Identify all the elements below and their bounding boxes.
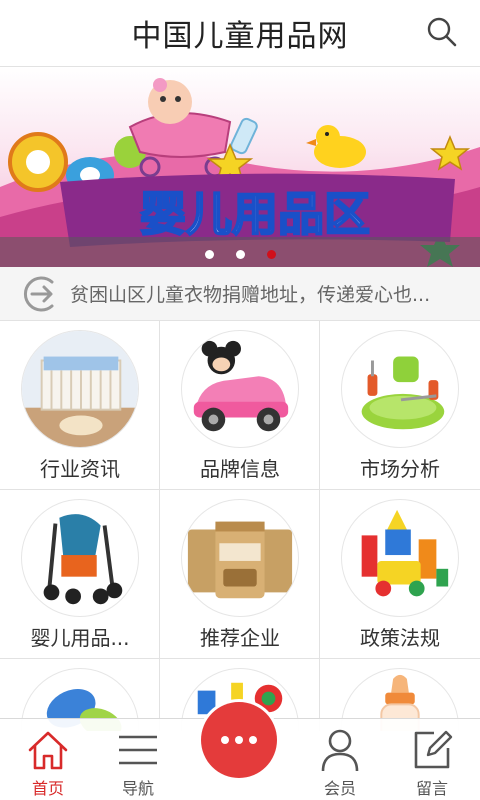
nav-member-label: 会员	[323, 779, 356, 798]
grid-item-label: 推荐企业	[200, 626, 280, 650]
carousel-dot[interactable]	[204, 250, 214, 259]
more-dots-icon	[221, 736, 257, 744]
edit-icon	[409, 727, 455, 773]
search-icon	[427, 17, 457, 47]
page-title: 中国儿童用品网	[131, 19, 349, 54]
grid-item-market-analysis[interactable]: 市场分析	[320, 321, 480, 490]
grid-item-recommended-companies[interactable]: 推荐企业	[160, 490, 320, 659]
nav-member[interactable]: 会员	[292, 719, 388, 800]
search-button[interactable]	[422, 12, 462, 52]
carousel-dot-active[interactable]	[266, 250, 276, 259]
user-icon	[317, 727, 363, 773]
nav-message[interactable]: 留言	[384, 719, 480, 800]
stroller-image	[21, 499, 139, 617]
toy-car-image	[181, 330, 299, 448]
grid-item-label: 品牌信息	[200, 457, 280, 481]
baby-dishes-image	[341, 330, 459, 448]
home-icon	[25, 727, 71, 773]
crib-image	[21, 330, 139, 448]
nav-guide-label: 导航	[121, 779, 154, 798]
more-button[interactable]	[201, 702, 277, 778]
grid-item-label: 政策法规	[360, 626, 440, 650]
banner-text: 婴儿用品区	[140, 187, 370, 241]
menu-icon	[115, 727, 161, 773]
notice-bar[interactable]: 贫困山区儿童衣物捐赠地址，传递爱心也...	[0, 267, 480, 321]
nav-home-label: 首页	[31, 779, 64, 798]
grid-item-brand-info[interactable]: 品牌信息	[160, 321, 320, 490]
app-header: 中国儿童用品网	[0, 0, 480, 67]
banner-carousel[interactable]: 婴儿用品区	[0, 67, 480, 267]
nav-home[interactable]: 首页	[0, 719, 96, 800]
category-grid: 行业资讯 品牌信息 市场分析 婴儿用品... 推荐企业 政策法规	[0, 321, 480, 731]
grid-item-label: 市场分析	[360, 457, 440, 481]
grid-item-label: 婴儿用品...	[30, 626, 130, 650]
nav-message-label: 留言	[415, 779, 448, 798]
building-blocks-image	[341, 499, 459, 617]
carousel-dot[interactable]	[235, 250, 245, 259]
grid-item-label: 行业资讯	[40, 457, 120, 481]
carousel-indicators	[0, 250, 480, 259]
milk-powder-image	[181, 499, 299, 617]
grid-item-industry-news[interactable]: 行业资讯	[0, 321, 160, 490]
grid-item-policies-regulations[interactable]: 政策法规	[320, 490, 480, 659]
arrow-in-circle-icon	[23, 276, 54, 311]
grid-item-baby-products[interactable]: 婴儿用品...	[0, 490, 160, 659]
notice-text: 贫困山区儿童衣物捐赠地址，传递爱心也...	[70, 284, 431, 306]
nav-guide[interactable]: 导航	[90, 719, 186, 800]
